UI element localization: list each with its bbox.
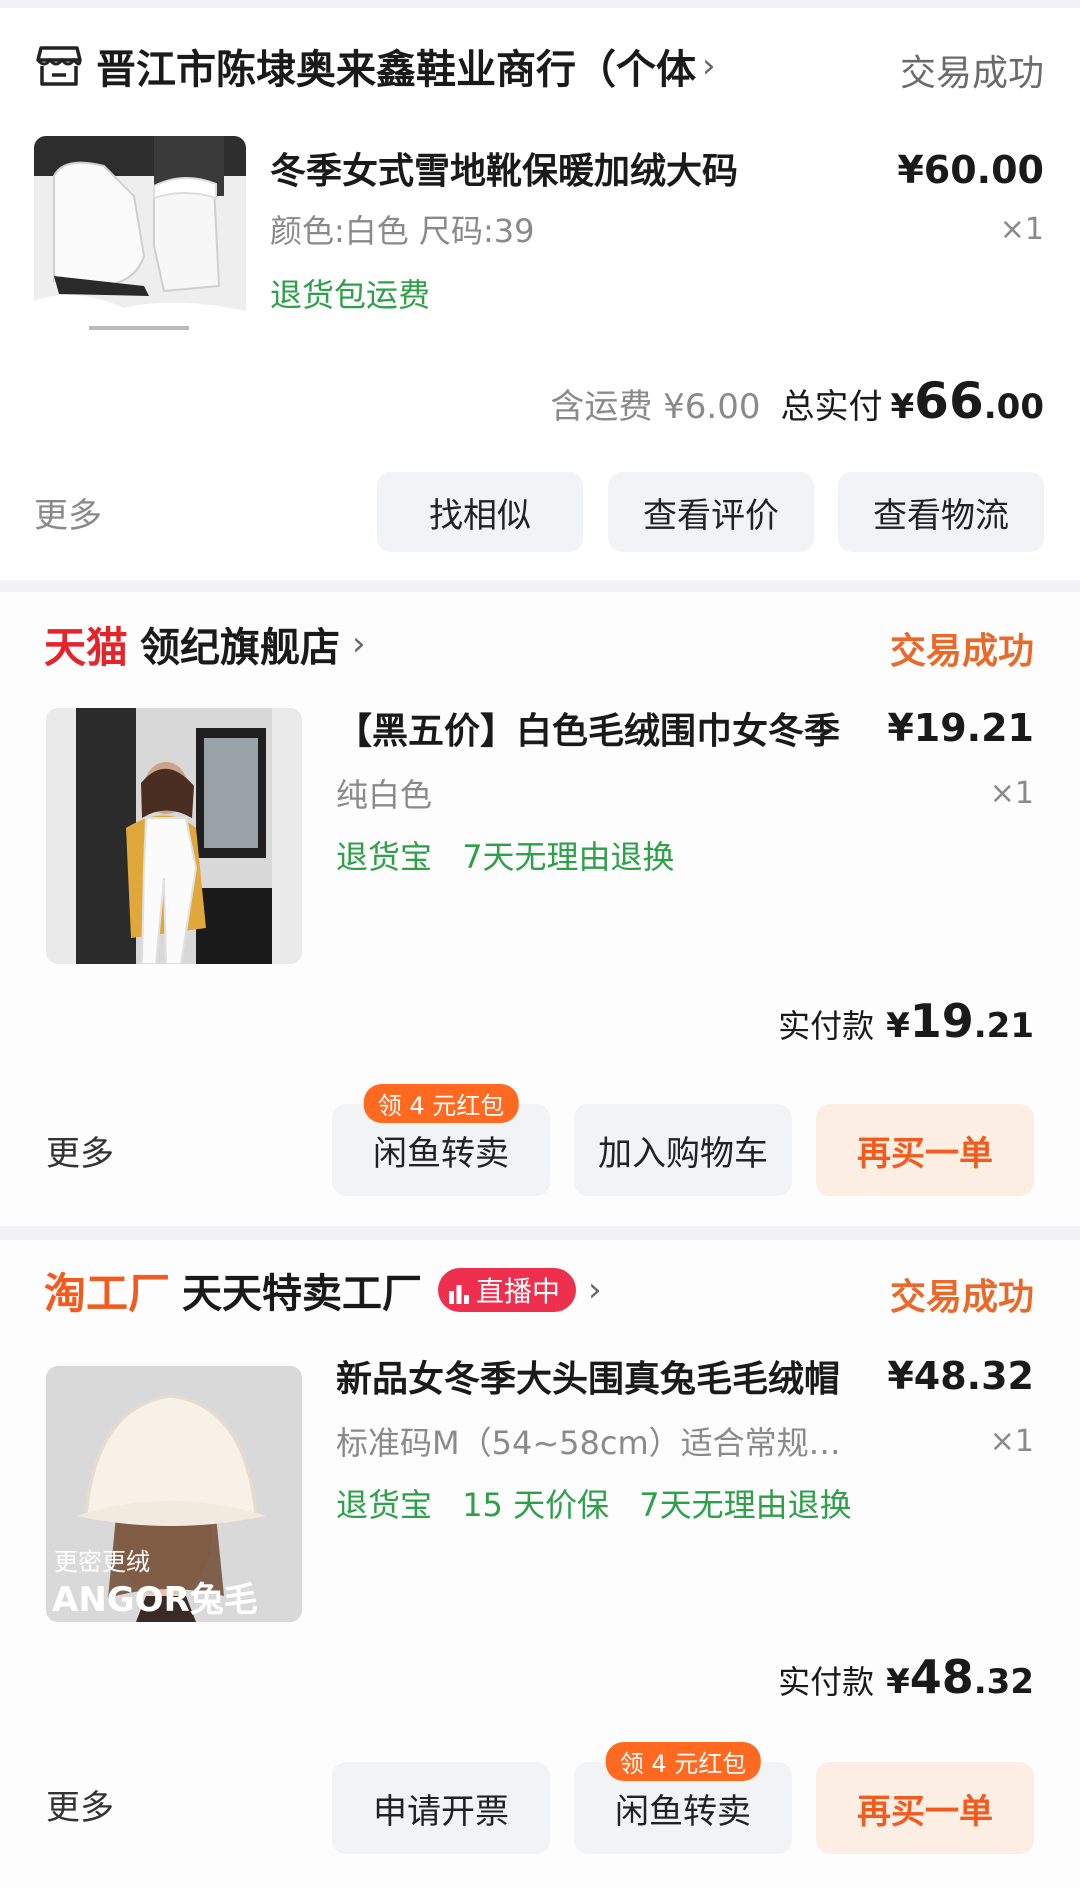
total-currency: ¥ bbox=[886, 1662, 910, 1702]
store-icon bbox=[36, 44, 82, 88]
product-spec: 标准码M（54~58cm）适合常规… bbox=[336, 1424, 841, 1462]
find-similar-button[interactable]: 找相似 bbox=[377, 472, 583, 552]
shop-header[interactable]: 淘工厂 天天特卖工厂 直播中 › bbox=[44, 1260, 602, 1320]
taogongchang-brand: 淘工厂 bbox=[44, 1268, 171, 1318]
more-button[interactable]: 更多 bbox=[34, 488, 102, 537]
product-spec: 纯白色 bbox=[336, 776, 433, 814]
buy-again-button[interactable]: 再买一单 bbox=[816, 1762, 1034, 1854]
product-qty: ×1 bbox=[989, 776, 1034, 811]
total-dec: .32 bbox=[973, 1662, 1034, 1702]
product-title[interactable]: 冬季女式雪地靴保暖加绒大码 bbox=[270, 142, 810, 194]
add-to-cart-button[interactable]: 加入购物车 bbox=[574, 1104, 792, 1196]
resell-button[interactable]: 领 4 元红包 闲鱼转卖 bbox=[574, 1742, 792, 1854]
request-invoice-button[interactable]: 申请开票 bbox=[332, 1762, 550, 1854]
resell-label: 闲鱼转卖 bbox=[615, 1791, 751, 1832]
shop-name: 晋江市陈埭奥来鑫鞋业商行（个体 bbox=[96, 47, 696, 93]
order-card: 淘工厂 天天特卖工厂 直播中 › 交易成功 更密更绒 ANGOR兔毛 新品女冬季… bbox=[0, 1240, 1080, 1887]
total-dec: .21 bbox=[973, 1006, 1034, 1046]
image-caption-large: ANGOR兔毛 bbox=[52, 1580, 258, 1620]
product-image[interactable] bbox=[46, 708, 302, 964]
total-label: 实付款 bbox=[778, 1007, 875, 1045]
view-logistics-button[interactable]: 查看物流 bbox=[838, 472, 1044, 552]
chevron-right-icon: › bbox=[588, 1270, 602, 1310]
order-status: 交易成功 bbox=[889, 631, 1034, 672]
service-tag: 退货宝 bbox=[336, 1486, 433, 1524]
red-packet-badge: 领 4 元红包 bbox=[363, 1084, 519, 1123]
order-summary: 实付款 ¥ 48 .32 bbox=[778, 1650, 1034, 1704]
resell-label: 闲鱼转卖 bbox=[373, 1133, 509, 1174]
chevron-right-icon: › bbox=[352, 624, 366, 664]
order-summary: 含运费 ¥6.00 总实付 ¥ 66 .00 bbox=[550, 372, 1044, 430]
total-int: 19 bbox=[909, 994, 974, 1048]
total-label: 实付款 bbox=[778, 1663, 875, 1701]
tmall-brand: 天猫 bbox=[44, 622, 129, 672]
total-currency: ¥ bbox=[890, 387, 915, 427]
product-price: ¥19.21 bbox=[887, 706, 1034, 750]
order-status: 交易成功 bbox=[899, 53, 1044, 94]
shop-name: 领纪旗舰店 bbox=[140, 625, 341, 671]
product-image[interactable] bbox=[34, 136, 246, 348]
product-qty: ×1 bbox=[999, 212, 1044, 247]
product-spec: 颜色:白色 尺码:39 bbox=[270, 212, 535, 250]
red-packet-badge: 领 4 元红包 bbox=[605, 1742, 761, 1781]
live-bars-icon bbox=[448, 1279, 470, 1304]
product-image[interactable]: 更密更绒 ANGOR兔毛 bbox=[46, 1366, 302, 1622]
more-button[interactable]: 更多 bbox=[46, 1126, 114, 1175]
product-qty: ×1 bbox=[989, 1424, 1034, 1459]
total-label: 总实付 bbox=[780, 387, 883, 427]
service-tags: 退货宝 15 天价保 7天无理由退换 bbox=[336, 1480, 852, 1526]
product-title[interactable]: 【黑五价】白色毛绒围巾女冬季 bbox=[336, 702, 856, 754]
order-card: 晋江市陈埭奥来鑫鞋业商行（个体 › 交易成功 冬季女式雪地靴保暖加绒大码 ¥60… bbox=[0, 8, 1080, 580]
more-button[interactable]: 更多 bbox=[46, 1780, 114, 1829]
service-tag: 7天无理由退换 bbox=[462, 838, 675, 876]
shop-name: 天天特卖工厂 bbox=[182, 1271, 423, 1317]
total-currency: ¥ bbox=[886, 1006, 910, 1046]
service-tags: 退货宝 7天无理由退换 bbox=[336, 832, 675, 878]
product-title[interactable]: 新品女冬季大头围真兔毛毛绒帽 bbox=[336, 1350, 866, 1402]
order-summary: 实付款 ¥ 19 .21 bbox=[778, 994, 1034, 1048]
chevron-right-icon: › bbox=[702, 46, 716, 86]
total-int: 48 bbox=[909, 1650, 974, 1704]
service-tag: 退货宝 bbox=[336, 838, 433, 876]
resell-button[interactable]: 领 4 元红包 闲鱼转卖 bbox=[332, 1084, 550, 1196]
shipping-fee: 含运费 ¥6.00 bbox=[550, 387, 761, 427]
order-card: 天猫 领纪旗舰店 › 交易成功 【黑五价】白色毛绒围巾女冬季 ¥19.21 纯白… bbox=[0, 592, 1080, 1226]
live-badge[interactable]: 直播中 bbox=[438, 1268, 577, 1312]
buy-again-button[interactable]: 再买一单 bbox=[816, 1104, 1034, 1196]
service-tag: 7天无理由退换 bbox=[639, 1486, 852, 1524]
product-price: ¥48.32 bbox=[887, 1354, 1034, 1398]
shop-header[interactable]: 天猫 领纪旗舰店 › bbox=[44, 614, 366, 674]
live-label: 直播中 bbox=[476, 1275, 561, 1308]
order-status: 交易成功 bbox=[889, 1277, 1034, 1318]
view-review-button[interactable]: 查看评价 bbox=[608, 472, 814, 552]
total-int: 66 bbox=[914, 372, 984, 430]
service-tag: 退货包运费 bbox=[270, 276, 431, 314]
shop-header[interactable]: 晋江市陈埭奥来鑫鞋业商行（个体 › bbox=[36, 36, 716, 96]
service-tag: 15 天价保 bbox=[462, 1486, 610, 1524]
total-dec: .00 bbox=[983, 387, 1044, 427]
product-price: ¥60.00 bbox=[897, 148, 1044, 192]
